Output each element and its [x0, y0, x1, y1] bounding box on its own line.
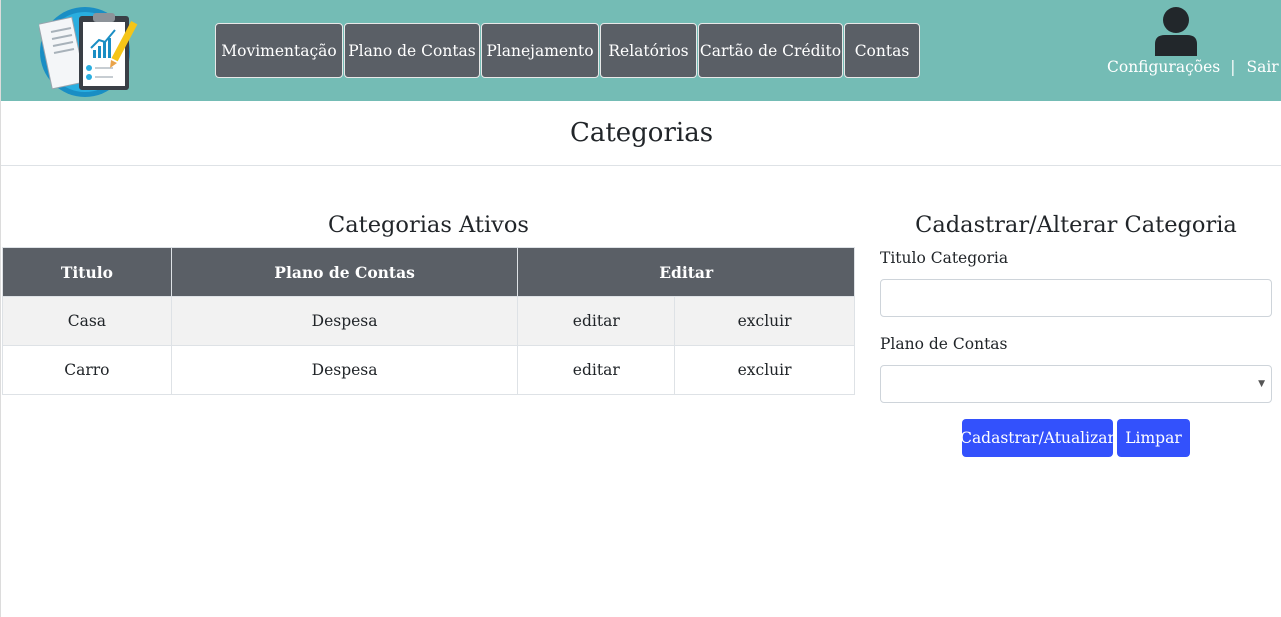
- cadastrar-atualizar-button[interactable]: Cadastrar/Atualizar: [960, 419, 1115, 457]
- nav-movimentacao-button[interactable]: Movimentação: [215, 23, 343, 78]
- table-row: Carro Despesa editar excluir: [2, 345, 855, 395]
- page-title-bar: Categorias: [1, 101, 1281, 166]
- delete-link[interactable]: excluir: [674, 296, 855, 346]
- logout-link[interactable]: Sair: [1246, 58, 1278, 76]
- cell-titulo: Carro: [2, 345, 172, 395]
- nav-relatorios-button[interactable]: Relatórios: [600, 23, 697, 78]
- table-row: Casa Despesa editar excluir: [2, 296, 855, 346]
- chevron-down-icon: ▼: [1258, 379, 1265, 389]
- delete-link[interactable]: excluir: [674, 345, 855, 395]
- user-avatar-icon[interactable]: [1153, 6, 1199, 56]
- nav-planejamento-button[interactable]: Planejamento: [481, 23, 599, 78]
- settings-link[interactable]: Configurações: [1107, 58, 1220, 76]
- cell-titulo: Casa: [2, 296, 172, 346]
- user-links: Configurações | Sair: [1107, 58, 1279, 76]
- page-title: Categorias: [569, 118, 714, 148]
- app-logo-icon[interactable]: [37, 6, 143, 98]
- column-header-plano-de-contas: Plano de Contas: [170, 247, 519, 297]
- cell-plano: Despesa: [170, 296, 519, 346]
- edit-link[interactable]: editar: [517, 345, 676, 395]
- edit-link[interactable]: editar: [517, 296, 676, 346]
- plano-de-contas-select[interactable]: ▼: [880, 365, 1272, 403]
- limpar-button[interactable]: Limpar: [1117, 419, 1190, 457]
- nav-plano-de-contas-button[interactable]: Plano de Contas: [344, 23, 480, 78]
- categories-table: Titulo Plano de Contas Editar Casa Despe…: [2, 247, 855, 395]
- link-separator: |: [1230, 58, 1236, 76]
- top-header: Movimentação Plano de Contas Planejament…: [1, 0, 1281, 101]
- titulo-categoria-input[interactable]: [880, 279, 1272, 317]
- column-header-titulo: Titulo: [2, 247, 172, 297]
- plano-de-contas-label: Plano de Contas: [880, 335, 1008, 353]
- titulo-categoria-label: Titulo Categoria: [880, 249, 1009, 267]
- table-header-row: Titulo Plano de Contas Editar: [2, 247, 855, 297]
- cell-plano: Despesa: [170, 345, 519, 395]
- nav-cartao-de-credito-button[interactable]: Cartão de Crédito: [698, 23, 843, 78]
- nav-contas-button[interactable]: Contas: [844, 23, 920, 78]
- main-nav: Movimentação Plano de Contas Planejament…: [215, 23, 921, 78]
- form-section-title: Cadastrar/Alterar Categoria: [915, 212, 1237, 238]
- list-section-title: Categorias Ativos: [328, 212, 529, 238]
- column-header-editar: Editar: [517, 247, 855, 297]
